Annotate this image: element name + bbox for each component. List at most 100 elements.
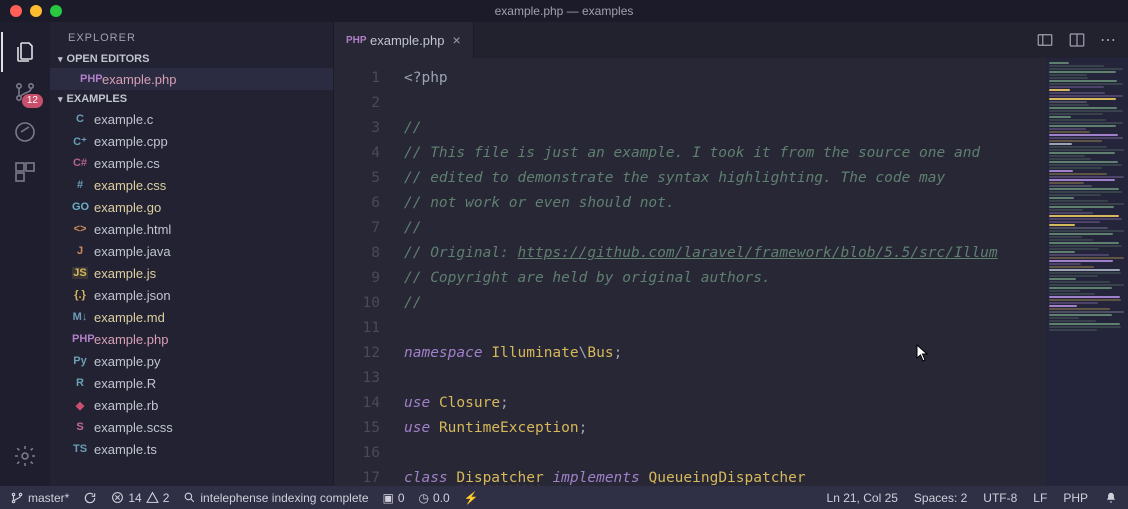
cpp-icon: C⁺: [72, 135, 88, 148]
go-icon: GO: [72, 201, 88, 213]
code-content[interactable]: <?php //// This file is just an example.…: [394, 58, 1046, 486]
file-name: example.css: [94, 178, 166, 193]
php-icon: PHP: [80, 73, 96, 85]
split-editor-icon[interactable]: [1068, 31, 1086, 49]
file-item[interactable]: Sexample.scss: [50, 416, 333, 438]
open-changes-icon[interactable]: [1036, 31, 1054, 49]
file-item[interactable]: PHPexample.php: [50, 328, 333, 350]
js-icon: JS: [72, 267, 88, 279]
file-name: example.cs: [94, 156, 160, 171]
file-name: example.json: [94, 288, 171, 303]
file-name: example.html: [94, 222, 171, 237]
tab-example-php[interactable]: PHP example.php ×: [334, 22, 474, 58]
status-cursor-pos[interactable]: Ln 21, Col 25: [827, 491, 898, 505]
ts-icon: TS: [72, 443, 88, 455]
file-item[interactable]: C⁺example.cpp: [50, 130, 333, 152]
json-icon: {.}: [72, 289, 88, 301]
shield-icon: ▣: [383, 491, 394, 505]
activity-debug[interactable]: [1, 112, 49, 152]
status-encoding[interactable]: UTF-8: [983, 491, 1017, 505]
branch-icon: [10, 491, 24, 505]
section-label: EXAMPLES: [67, 93, 128, 105]
status-language[interactable]: PHP: [1063, 491, 1088, 505]
file-name: example.js: [94, 266, 156, 281]
activity-bar: 12: [0, 22, 50, 486]
section-open-editors[interactable]: ▾ OPEN EDITORS: [50, 50, 333, 68]
status-timing[interactable]: ◷ 0.0: [419, 491, 450, 505]
scss-icon: S: [72, 421, 88, 433]
file-list: Cexample.cC⁺example.cppC#example.cs#exam…: [50, 108, 333, 460]
minimize-window-button[interactable]: [30, 5, 42, 17]
file-item[interactable]: <> example.html: [50, 218, 333, 240]
status-bell[interactable]: [1104, 491, 1118, 505]
file-name: example.ts: [94, 442, 157, 457]
status-problems[interactable]: 14 2: [111, 491, 169, 505]
file-item[interactable]: Jexample.java: [50, 240, 333, 262]
file-name: example.md: [94, 310, 165, 325]
scm-badge: 12: [22, 94, 43, 108]
activity-settings[interactable]: [1, 436, 49, 476]
file-name: example.c: [94, 112, 153, 127]
cs-icon: C#: [72, 157, 88, 169]
clock-icon: ◷: [419, 491, 429, 505]
warning-icon: [146, 491, 159, 504]
status-indexing[interactable]: intelephense indexing complete: [183, 491, 368, 505]
file-name: example.php: [94, 332, 168, 347]
file-item[interactable]: {.} example.json: [50, 284, 333, 306]
activity-explorer[interactable]: [1, 32, 49, 72]
rb-icon: ◆: [72, 399, 88, 412]
sidebar-title: EXPLORER: [50, 22, 333, 50]
file-item[interactable]: Cexample.c: [50, 108, 333, 130]
file-item[interactable]: Pyexample.py: [50, 350, 333, 372]
editor-actions: ⋯: [1036, 22, 1128, 58]
tab-bar: PHP example.php × ⋯: [334, 22, 1128, 58]
bell-icon: [1104, 491, 1118, 505]
r-icon: R: [72, 377, 88, 389]
php-icon: PHP: [346, 35, 362, 46]
status-bolt[interactable]: ⚡: [464, 491, 479, 505]
line-gutter: 1234567891011121314151617: [334, 58, 394, 486]
activity-scm[interactable]: 12: [1, 72, 49, 112]
file-name: example.R: [94, 376, 156, 391]
file-name: example.go: [94, 200, 161, 215]
section-folder[interactable]: ▾ EXAMPLES: [50, 90, 333, 108]
extensions-icon: [13, 160, 37, 184]
minimap[interactable]: [1046, 58, 1128, 486]
maximize-window-button[interactable]: [50, 5, 62, 17]
open-editor-item[interactable]: PHP example.php: [50, 68, 333, 90]
file-item[interactable]: # example.css: [50, 174, 333, 196]
status-eol[interactable]: LF: [1033, 491, 1047, 505]
editor-body[interactable]: 1234567891011121314151617 <?php //// Thi…: [334, 58, 1128, 486]
html-icon: <>: [72, 223, 88, 235]
file-item[interactable]: TS example.ts: [50, 438, 333, 460]
gear-icon: [13, 444, 37, 468]
search-icon: [183, 491, 196, 504]
java-icon: J: [72, 245, 88, 257]
file-item[interactable]: GO example.go: [50, 196, 333, 218]
status-coverage[interactable]: ▣ 0: [383, 491, 405, 505]
activity-extensions[interactable]: [1, 152, 49, 192]
status-sync[interactable]: [83, 491, 97, 505]
file-item[interactable]: Rexample.R: [50, 372, 333, 394]
py-icon: Py: [72, 355, 88, 367]
css-icon: #: [72, 179, 88, 191]
file-name: example.rb: [94, 398, 158, 413]
open-editor-name: example.php: [102, 72, 176, 87]
file-item[interactable]: M↓example.md: [50, 306, 333, 328]
file-item[interactable]: C# example.cs: [50, 152, 333, 174]
file-item[interactable]: JS example.js: [50, 262, 333, 284]
status-indent[interactable]: Spaces: 2: [914, 491, 967, 505]
title-bar: example.php — examples: [0, 0, 1128, 22]
close-icon[interactable]: ×: [452, 32, 460, 48]
section-label: OPEN EDITORS: [67, 53, 150, 65]
window-title: example.php — examples: [495, 4, 634, 18]
status-branch[interactable]: master*: [10, 491, 69, 505]
file-name: example.java: [94, 244, 171, 259]
file-item[interactable]: ◆ example.rb: [50, 394, 333, 416]
bug-icon: [13, 120, 37, 144]
editor-area: PHP example.php × ⋯ 12345678910111213141…: [334, 22, 1128, 486]
close-window-button[interactable]: [10, 5, 22, 17]
more-icon[interactable]: ⋯: [1100, 30, 1116, 50]
c-icon: C: [72, 113, 88, 125]
bolt-icon: ⚡: [464, 491, 479, 505]
